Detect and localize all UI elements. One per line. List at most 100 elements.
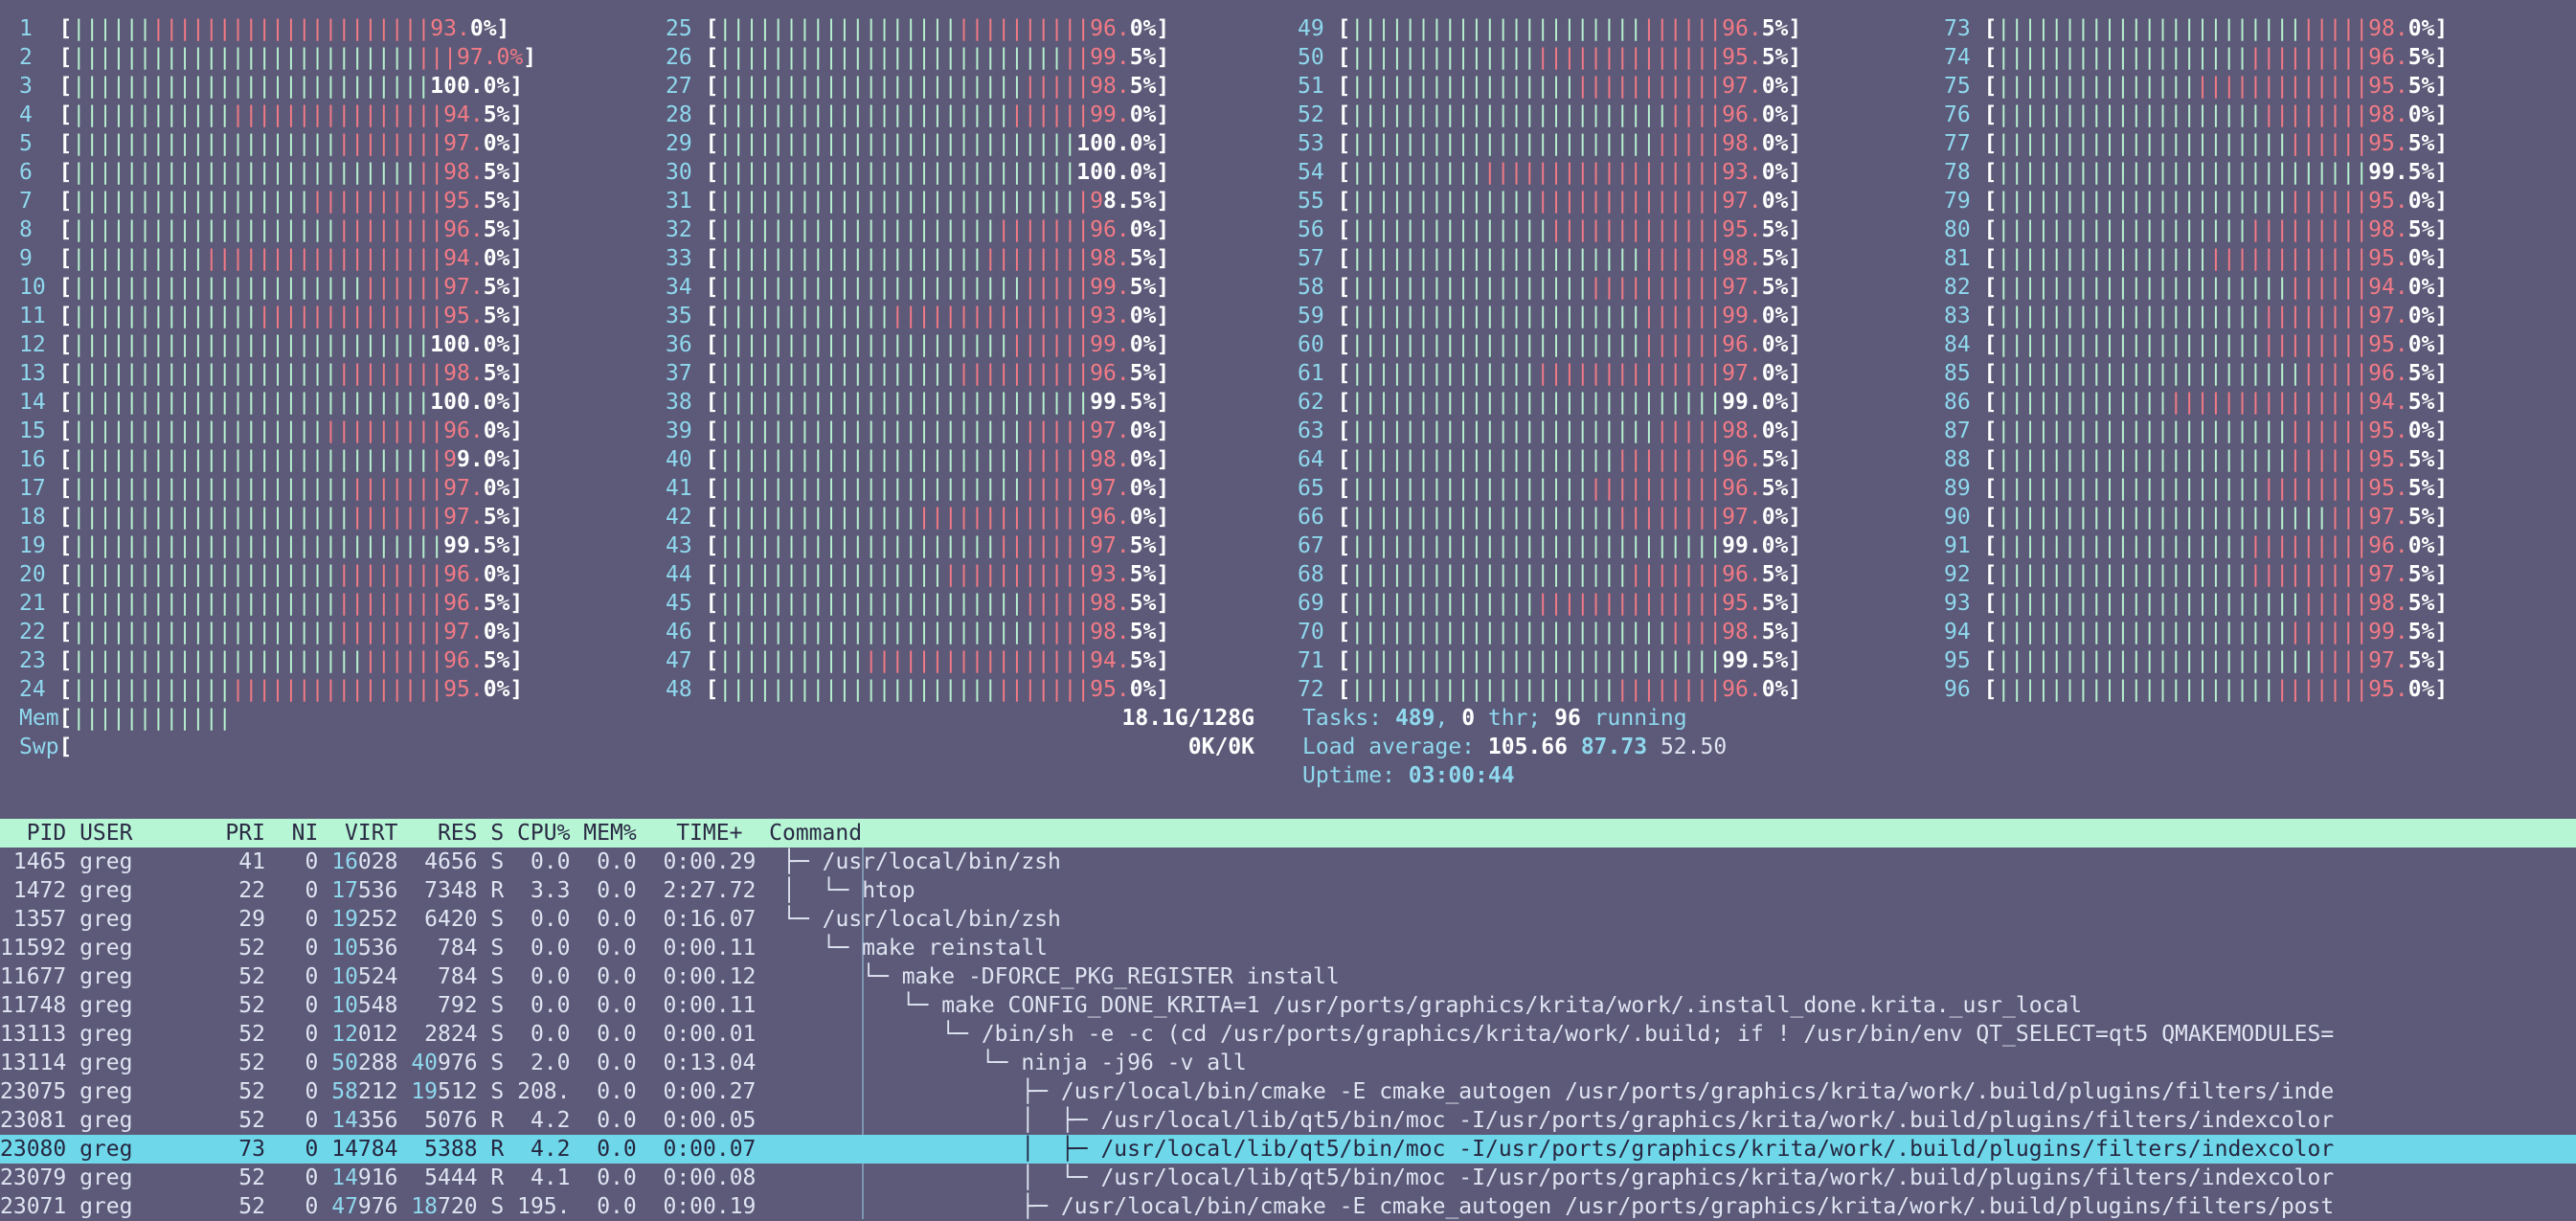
cpu-meter-5: 5 [||||||||||||||||||||||||||||97.0%] <box>19 131 524 156</box>
mem-cell: 0.0 <box>583 907 664 932</box>
cpu-meter-27: 27 [||||||||||||||||||||||||||||98.5%] <box>666 74 1170 99</box>
virt-cell: 10 <box>331 964 358 989</box>
priority-cell: 52 <box>212 1022 279 1047</box>
cpu-bar-normal: ||||||||||||||||||| <box>1997 45 2249 70</box>
process-row[interactable]: 23075 greg 52 0 58212 19512 S 208. 0.0 0… <box>0 1077 2576 1106</box>
cpu-bar-normal: |||||||||||| <box>72 677 232 702</box>
user-cell: greg <box>79 1108 213 1133</box>
cpu-meter-16: 16 [||||||||||||||||||||||||||||99.0%] <box>19 447 524 472</box>
cpu-meter-63: 63 [||||||||||||||||||||||||||||98.0%] <box>1298 418 1802 443</box>
cpu-bar-high: |||||| <box>1010 102 1091 127</box>
process-table-header[interactable]: PID USER PRI NI VIRT RES S CPU% MEM% TIM… <box>0 819 2576 848</box>
cpu-number: 4 <box>19 102 59 127</box>
mem-cell: 0.0 <box>583 1165 664 1190</box>
pid-cell: 13113 <box>0 1022 80 1047</box>
cpu-meter-59: 59 [||||||||||||||||||||||||||||99.0%] <box>1298 304 1802 328</box>
process-row[interactable]: 13114 greg 52 0 50288 40976 S 2.0 0.0 0:… <box>0 1049 2576 1077</box>
cpu-number: 15 <box>19 418 59 443</box>
cpu-bar-normal: ||||||||||||||||||||||||||| <box>72 390 431 415</box>
process-row[interactable]: 1472 greg 22 0 17536 7348 R 3.3 0.0 2:27… <box>0 876 2576 905</box>
time-cell: 2:27.72 <box>663 878 783 903</box>
tree-branch: ├─ <box>782 1079 1061 1104</box>
mem-cell: 0.0 <box>583 878 664 903</box>
cpu-bar-high: |||||| <box>2289 275 2369 300</box>
cpu-number: 59 <box>1298 304 1338 328</box>
cpu-bar-high: ||||| <box>1023 591 1091 616</box>
cpu-number: 30 <box>666 160 706 185</box>
cpu-bar-normal: ||||||||||||||||||||| <box>72 505 351 530</box>
cpu-bar-normal: ||||||||||||||||||||| <box>718 217 998 242</box>
cpu-number: 56 <box>1298 217 1338 242</box>
process-row[interactable]: 23080 greg 73 0 14784 5388 R 4.2 0.0 0:0… <box>0 1135 2576 1164</box>
cpu-number: 31 <box>666 189 706 214</box>
cpu-meter-33: 33 [||||||||||||||||||||||||||||98.5%] <box>666 246 1170 271</box>
time-cell: 0:00.19 <box>663 1194 783 1219</box>
cpu-bar-normal: ||||||||||||||||||||| <box>1997 677 2276 702</box>
cpu-bar-normal: |||||||||||||||||||||| <box>1997 189 2290 214</box>
cpu-number: 58 <box>1298 275 1338 300</box>
nice-cell: 0 <box>278 907 332 932</box>
process-row[interactable]: 23081 greg 52 0 14356 5076 R 4.2 0.0 0:0… <box>0 1106 2576 1135</box>
process-row[interactable]: 11677 greg 52 0 10524 784 S 0.0 0.0 0:00… <box>0 962 2576 991</box>
process-row[interactable]: 1465 greg 41 0 16028 4656 S 0.0 0.0 0:00… <box>0 848 2576 876</box>
cpu-meter-42: 42 [||||||||||||||||||||||||||||96.0%] <box>666 505 1170 530</box>
cpu-bar-high: |||||||| <box>2262 332 2369 357</box>
header-columns[interactable]: PID USER PRI NI VIRT RES S CPU% MEM% TIM… <box>0 819 2576 848</box>
cpu-meter-64: 64 [||||||||||||||||||||||||||||96.5%] <box>1298 447 1802 472</box>
process-row[interactable]: 23079 greg 52 0 14916 5444 R 4.1 0.0 0:0… <box>0 1164 2576 1192</box>
cpu-meter-6: 6 [||||||||||||||||||||||||||||98.5%] <box>19 160 524 185</box>
cpu-bar-normal: ||||||||||||||||||||||||| <box>1997 505 2329 530</box>
virt-cell: 14 <box>331 1165 358 1190</box>
cpu-bar-normal: ||||||||||||||||||||||||||| <box>72 74 431 99</box>
pid-cell: 11677 <box>0 964 80 989</box>
cpu-bar-high: |||||||||| <box>957 16 1091 41</box>
cpu-number: 86 <box>1944 390 1984 415</box>
command-cell: /usr/local/lib/qt5/bin/moc -I/usr/ports/… <box>1100 1137 2335 1162</box>
command-cell: /usr/local/bin/zsh <box>822 849 1061 874</box>
cpu-bar-high: | <box>1076 189 1091 214</box>
swap-value: 0K/0K <box>1187 735 1254 759</box>
priority-cell: 52 <box>212 1079 279 1104</box>
cpu-number: 5 <box>19 131 59 156</box>
cpu-bar-normal: |||||||||||||||||||| <box>72 562 338 587</box>
cpu-bar-high: ||||||||||||| <box>2196 74 2369 99</box>
process-row[interactable]: 23071 greg 52 0 47976 18720 S 195. 0.0 0… <box>0 1192 2576 1221</box>
process-row[interactable]: 11748 greg 52 0 10548 792 S 0.0 0.0 0:00… <box>0 991 2576 1020</box>
cpu-bar-normal: ||||||||||||||||| <box>1350 74 1576 99</box>
cpu-bar-normal: ||||||||||||||||||||| <box>718 677 998 702</box>
cpu-bar-normal: ||||||||||||| <box>1997 390 2170 415</box>
command-cell: /usr/local/bin/zsh <box>822 907 1061 932</box>
cpu-meter-61: 61 [||||||||||||||||||||||||||||97.0%] <box>1298 361 1802 386</box>
cpu-bar-normal: |||||||||||||||||||||||| <box>1350 620 1669 644</box>
cpu-bar-normal: |||||||||||||| <box>1350 45 1537 70</box>
cpu-bar-normal: |||||||||||||||||||||| <box>1997 418 2290 443</box>
cpu-number: 27 <box>666 74 706 99</box>
cpu-number: 20 <box>19 562 59 587</box>
mem-cell: 0.0 <box>583 964 664 989</box>
cpu-number: 85 <box>1944 361 1984 386</box>
mem-cell: 0.0 <box>583 993 664 1018</box>
process-row[interactable]: 11592 greg 52 0 10536 784 S 0.0 0.0 0:00… <box>0 934 2576 962</box>
cpu-meter-39: 39 [||||||||||||||||||||||||||||97.0%] <box>666 418 1170 443</box>
cpu-bar-normal: ||||||||||||| <box>718 304 892 328</box>
swap-meter: Swp[ <box>19 735 73 759</box>
cpu-number: 54 <box>1298 160 1338 185</box>
cpu-bar-high: ||||||| <box>997 533 1091 558</box>
cpu-meter-1: 1 [|||||||||||||||||||||||||||93.0%] <box>19 16 510 41</box>
cpu-bar-normal: |||||||||||||||||||||||||||| <box>718 390 1091 415</box>
cpu-bar-high: ||||||||||||| <box>917 505 1091 530</box>
cpu-bar-normal: |||||||||||||||||||||||||||| <box>1350 648 1723 673</box>
process-row[interactable]: 1357 greg 29 0 19252 6420 S 0.0 0.0 0:16… <box>0 905 2576 934</box>
cpu-bar-high: |||||||||||| <box>2208 246 2369 271</box>
process-row[interactable]: 13113 greg 52 0 12012 2824 S 0.0 0.0 0:0… <box>0 1020 2576 1049</box>
mem-cell: 0.0 <box>583 1137 664 1162</box>
cpu-meter-20: 20 [||||||||||||||||||||||||||||96.0%] <box>19 562 524 587</box>
virt-cell: 10 <box>331 936 358 961</box>
cpu-bar-high: ||||| <box>2301 361 2369 386</box>
cpu-cell: 0.0 <box>517 849 584 874</box>
cpu-number: 60 <box>1298 332 1338 357</box>
cpu-bar-normal: |||||||||||||||||||| <box>1997 332 2263 357</box>
mem-meter: Mem[|||||||||||| <box>19 706 232 731</box>
cpu-bar-normal: ||||||||||||||||||||||| <box>1997 591 2302 616</box>
swap-label: Swp <box>19 735 59 759</box>
